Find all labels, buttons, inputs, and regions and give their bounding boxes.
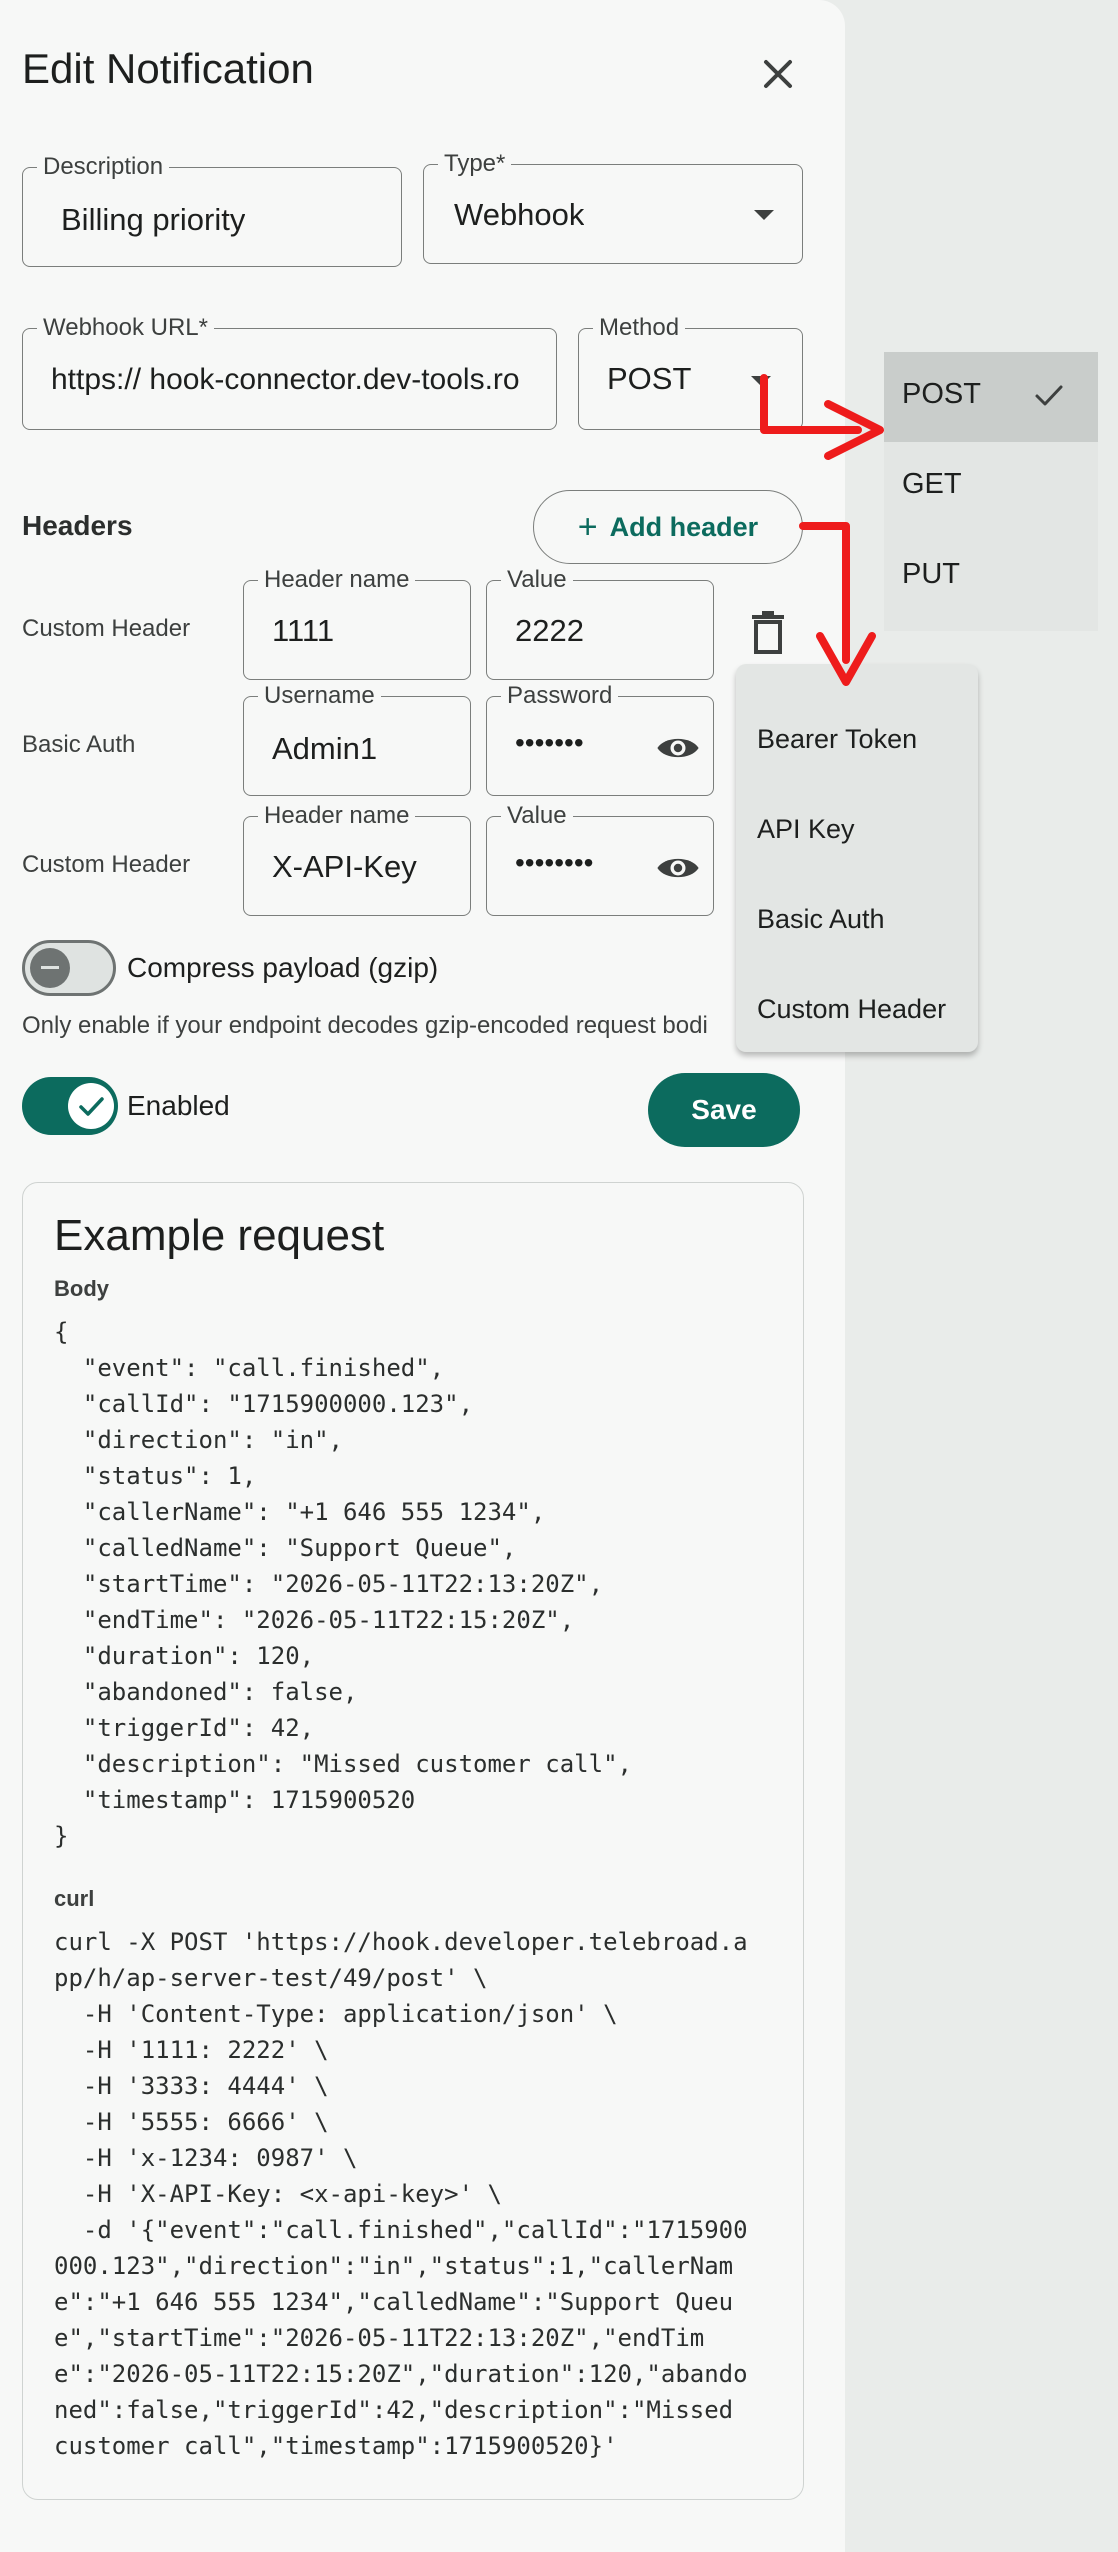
eye-icon[interactable] xyxy=(655,853,701,883)
menu-item-api-key[interactable]: API Key xyxy=(736,774,978,864)
method-label: Method xyxy=(593,314,686,342)
header-name-value: 1111 xyxy=(272,613,335,648)
example-title: Example request xyxy=(54,1211,385,1260)
method-value: POST xyxy=(607,361,692,396)
header-value-field[interactable]: Value 2222 xyxy=(486,566,714,680)
menu-item-bearer-token[interactable]: Bearer Token xyxy=(736,684,978,774)
menu-item-label: PUT xyxy=(902,558,960,590)
headers-title: Headers xyxy=(22,510,133,541)
curl-label: curl xyxy=(54,1886,95,1911)
menu-item-label: GET xyxy=(902,468,962,500)
menu-item-label: Custom Header xyxy=(757,994,947,1024)
username-label: Username xyxy=(258,682,381,710)
username-value: Admin1 xyxy=(272,731,378,766)
save-button[interactable]: Save xyxy=(648,1073,800,1147)
type-select[interactable]: Type* Webhook xyxy=(423,150,803,264)
menu-item-label: Basic Auth xyxy=(757,904,885,934)
header-type-label: Custom Header xyxy=(22,615,191,642)
switch-knob xyxy=(30,948,70,988)
switch-knob xyxy=(68,1083,114,1129)
add-header-label: Add header xyxy=(609,511,759,542)
password-field[interactable]: Password ••••••• xyxy=(486,682,714,796)
header-name-field[interactable]: Header name X-API-Key xyxy=(243,802,471,916)
header-type-menu: Bearer Token API Key Basic Auth Custom H… xyxy=(736,664,978,1052)
close-icon[interactable] xyxy=(752,48,804,100)
menu-item-label: POST xyxy=(902,378,981,410)
plus-icon: + xyxy=(577,508,598,546)
description-value: Billing priority xyxy=(61,202,246,237)
menu-item-label: Bearer Token xyxy=(757,724,918,754)
body-label: Body xyxy=(54,1276,109,1301)
webhook-url-value: https:// hook-connector.dev-tools.ro xyxy=(51,363,520,396)
header-value-label: Value xyxy=(501,802,573,830)
compress-toggle[interactable] xyxy=(22,940,116,996)
password-label: Password xyxy=(501,682,619,710)
compress-label: Compress payload (gzip) xyxy=(127,952,439,983)
header-type-label: Basic Auth xyxy=(22,731,136,758)
trash-icon[interactable] xyxy=(748,610,788,656)
curl-code: curl -X POST 'https://hook.developer.tel… xyxy=(54,1928,748,2460)
menu-item-custom-header[interactable]: Custom Header xyxy=(736,954,978,1044)
enabled-label: Enabled xyxy=(127,1090,230,1121)
header-name-value: X-API-Key xyxy=(272,849,417,884)
chevron-down-icon xyxy=(751,376,771,386)
check-icon xyxy=(79,1097,104,1116)
method-menu: POST GET PUT xyxy=(884,352,1098,631)
username-field[interactable]: Username Admin1 xyxy=(243,682,471,796)
chevron-down-icon xyxy=(754,210,774,220)
edit-notification-dialog: Edit Notification Description Billing pr… xyxy=(0,0,845,2552)
header-value-value: •••••••• xyxy=(515,847,594,878)
menu-item-get[interactable]: GET xyxy=(884,442,1098,532)
password-value: ••••••• xyxy=(515,727,584,758)
check-icon xyxy=(1035,385,1063,406)
enabled-toggle[interactable] xyxy=(22,1077,118,1135)
type-label: Type* xyxy=(438,150,512,178)
menu-item-post[interactable]: POST xyxy=(884,352,1098,442)
menu-item-put[interactable]: PUT xyxy=(884,532,1098,622)
header-name-field[interactable]: Header name 1111 xyxy=(243,566,471,680)
method-select[interactable]: Method POST xyxy=(578,314,803,430)
header-value-label: Value xyxy=(501,566,573,594)
webhook-url-field[interactable]: Webhook URL* https:// hook-connector.dev… xyxy=(22,314,557,430)
eye-icon[interactable] xyxy=(655,733,701,763)
add-header-button[interactable]: + Add header xyxy=(533,490,803,564)
webhook-url-label: Webhook URL* xyxy=(37,314,214,342)
description-label: Description xyxy=(37,153,170,181)
header-name-label: Header name xyxy=(258,802,416,830)
header-type-label: Custom Header xyxy=(22,851,191,878)
header-name-label: Header name xyxy=(258,566,416,594)
header-value-field[interactable]: Value •••••••• xyxy=(486,802,714,916)
menu-item-label: API Key xyxy=(757,814,855,844)
compress-hint: Only enable if your endpoint decodes gzi… xyxy=(22,1012,708,1039)
header-value-value: 2222 xyxy=(515,613,584,648)
menu-item-basic-auth[interactable]: Basic Auth xyxy=(736,864,978,954)
description-field[interactable]: Description Billing priority xyxy=(22,153,402,267)
body-code: { "event": "call.finished", "callId": "1… xyxy=(54,1318,632,1850)
type-value: Webhook xyxy=(454,197,585,232)
example-request-card: Example request Body { "event": "call.fi… xyxy=(22,1182,804,2500)
dialog-title: Edit Notification xyxy=(22,45,314,92)
